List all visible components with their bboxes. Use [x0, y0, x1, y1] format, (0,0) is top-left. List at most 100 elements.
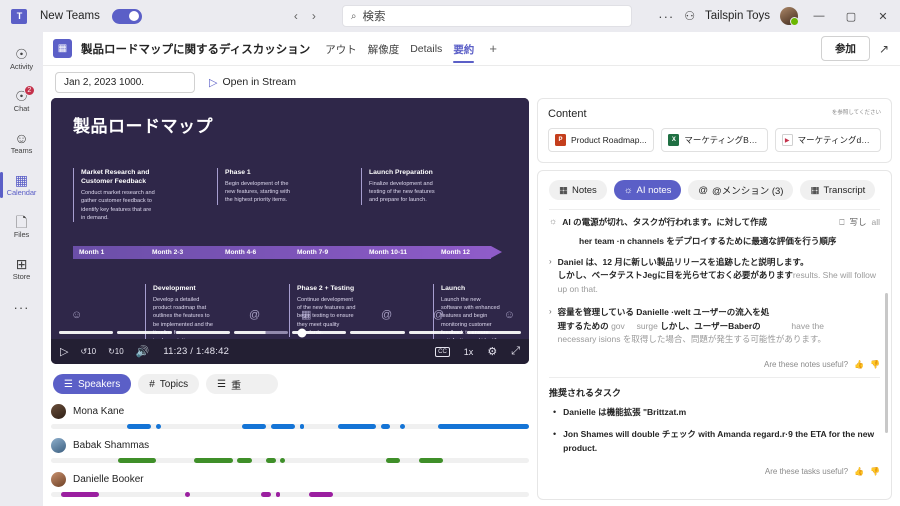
playback-speed-button[interactable]: 1x — [464, 347, 474, 357]
month-label: Month 7-9 — [297, 249, 329, 256]
content-file-item[interactable]: X マーケティングBudget... — [661, 128, 768, 152]
bullet-icon: • — [553, 407, 557, 418]
chip-topics[interactable]: # Topics — [138, 374, 200, 394]
chip-label: Speakers — [77, 378, 121, 390]
list-item[interactable]: Babak Shammas — [51, 438, 529, 463]
content-file-item[interactable]: P Product Roadmap... — [548, 128, 655, 152]
play-button[interactable]: ▷ — [60, 345, 68, 358]
tab-summary[interactable]: 要約 — [453, 35, 475, 63]
note-jp: 理するための — [557, 320, 609, 331]
sidebar-item-activity[interactable]: ☉ Activity — [0, 38, 43, 80]
rewind-10-button[interactable]: ↺10 — [80, 347, 96, 356]
back-button[interactable]: ‹ — [294, 9, 298, 23]
list-item[interactable]: › 容量を管理している Danielle ·welt ユーザーの流入を処 理する… — [549, 306, 880, 347]
phase-body: Conduct market research and gather custo… — [81, 190, 155, 221]
chip-speakers[interactable]: ☰ Speakers — [53, 374, 132, 394]
sidebar-item-teams[interactable]: ☺ Teams — [0, 122, 43, 164]
video-player[interactable]: 製品ロードマップ Market Research and Customer Fe… — [51, 98, 529, 364]
chapter-segment[interactable] — [466, 331, 521, 334]
captions-button[interactable]: CC — [435, 346, 450, 357]
thumbs-up-icon[interactable]: 👍 — [854, 360, 864, 369]
phase-card: Launch Preparation Finalize development … — [361, 168, 435, 205]
fullscreen-icon[interactable]: ⤢ — [511, 345, 520, 358]
copy-icon[interactable]: ⎕ — [839, 217, 844, 228]
new-teams-toggle[interactable] — [111, 8, 142, 24]
month-label: Month 10-11 — [369, 249, 408, 256]
minimize-button[interactable]: — — [808, 10, 830, 22]
tab-transcript[interactable]: ▦ Transcript — [800, 180, 876, 200]
sidebar-item-calendar[interactable]: ▦ Calendar — [0, 164, 43, 206]
settings-overflow-button[interactable]: ··· — [658, 9, 674, 24]
sidebar-item-store[interactable]: ⊞ Store — [0, 248, 43, 290]
search-input[interactable]: ⌕ 検索 — [341, 5, 632, 27]
content-file-item[interactable]: ▶ マーケティングdemo... — [774, 128, 881, 152]
chevron-right-icon[interactable]: › — [549, 306, 552, 347]
chapter-progress[interactable] — [59, 328, 521, 337]
list-item[interactable]: Danielle Booker — [51, 472, 529, 497]
add-tab-button[interactable]: + — [489, 41, 497, 56]
chapter-segment[interactable] — [175, 331, 230, 334]
date-field[interactable]: Jan 2, 2023 1000. — [55, 71, 195, 93]
list-item[interactable]: Mona Kane — [51, 404, 529, 429]
forward-10-button[interactable]: ↻10 — [108, 347, 124, 356]
open-in-stream-label: Open in Stream — [222, 76, 297, 88]
tab-mentions[interactable]: @ @メンション (3) — [688, 180, 794, 200]
thumbs-down-icon[interactable]: 👎 — [870, 360, 880, 369]
list-item[interactable]: • Jon Shames will double チェック with Amand… — [549, 428, 880, 456]
sidebar-item-chat[interactable]: ☉ 2 Chat — [0, 80, 43, 122]
speaker-timeline[interactable] — [51, 424, 529, 429]
chip-label: 重 — [231, 380, 242, 392]
list-item[interactable]: › Daniel は、12 月に新しい製品リリースを追跡したと説明します。 しか… — [549, 256, 880, 297]
forward-button[interactable]: › — [312, 9, 316, 23]
chapter-segment-current[interactable] — [233, 331, 288, 334]
progress-knob[interactable] — [297, 328, 307, 337]
add-person-icon[interactable]: ⚇ — [684, 9, 695, 23]
sidebar-item-files[interactable]: 🗋 Files — [0, 206, 43, 248]
teams-window: T New Teams ‹ › ⌕ 検索 ··· ⚇ Tailspin Toys… — [0, 0, 900, 506]
ai-header-text: AI の電源が切れ、タスクが行われます。に対して作成 — [562, 217, 768, 227]
speaker-name: Babak Shammas — [73, 440, 150, 451]
pop-out-icon[interactable]: ↗ — [878, 41, 890, 57]
thumbs-down-icon[interactable]: 👎 — [870, 467, 880, 476]
volume-button[interactable]: 🔊 — [136, 345, 150, 358]
thumbs-up-icon[interactable]: 👍 — [854, 467, 864, 476]
slide-title: 製品ロードマップ — [73, 117, 213, 136]
copy-all-label[interactable]: all — [871, 217, 880, 227]
chevron-right-icon[interactable]: › — [549, 256, 552, 297]
right-column: Content を参照してください P Product Roadmap... X… — [537, 98, 892, 500]
hash-icon: # — [149, 378, 155, 390]
chapter-segment[interactable] — [408, 331, 463, 334]
tenant-label[interactable]: Tailspin Toys — [705, 10, 770, 22]
chip-sort[interactable]: ☰ 重 — [206, 374, 279, 394]
chapter-segment[interactable] — [350, 331, 405, 334]
open-in-stream-link[interactable]: ▷ Open in Stream — [209, 76, 296, 89]
avatar[interactable] — [780, 7, 799, 26]
notes-scrollbar[interactable] — [885, 293, 888, 433]
sidebar-more-button[interactable]: ··· — [14, 300, 30, 315]
join-button[interactable]: 参加 — [820, 36, 870, 61]
tab-out[interactable]: アウト — [325, 35, 357, 63]
chapter-segment[interactable] — [59, 331, 114, 334]
list-item[interactable]: • Danielle は機能拡張 "Brittzat.m — [549, 406, 880, 420]
gear-icon[interactable]: ⚙ — [487, 345, 497, 358]
player-controls: ▷ ↺10 ↻10 🔊 11:23 / 1:48:42 CC 1x ⚙ ⤢ — [51, 339, 529, 364]
chapter-segment[interactable] — [117, 331, 172, 334]
tab-resolution[interactable]: 解像度 — [368, 35, 400, 63]
note-en-1: gov — [611, 320, 625, 331]
copy-label[interactable]: 写し — [849, 216, 866, 228]
stream-icon: ▷ — [209, 76, 218, 89]
window-body: ☉ Activity ☉ 2 Chat ☺ Teams ▦ Calendar 🗋… — [0, 32, 900, 506]
maximize-button[interactable]: ▢ — [840, 10, 862, 23]
speaker-header: Danielle Booker — [51, 472, 529, 487]
note-lead: Daniel は、12 月に新しい製品リリースを追跡したと説明します。 — [557, 256, 809, 267]
tab-details[interactable]: Details — [410, 36, 442, 61]
store-plus-icon: ⊞ — [15, 256, 28, 272]
people-icon: ☺ — [503, 309, 515, 321]
tab-ai-notes[interactable]: ☼ AI notes — [613, 180, 682, 200]
close-button[interactable]: ✕ — [872, 10, 894, 23]
speaker-timeline[interactable] — [51, 458, 529, 463]
search-placeholder: 検索 — [362, 11, 386, 23]
speaker-timeline[interactable] — [51, 492, 529, 497]
people-icon: ☺ — [71, 309, 83, 321]
tab-notes[interactable]: ▦ Notes — [549, 180, 607, 200]
